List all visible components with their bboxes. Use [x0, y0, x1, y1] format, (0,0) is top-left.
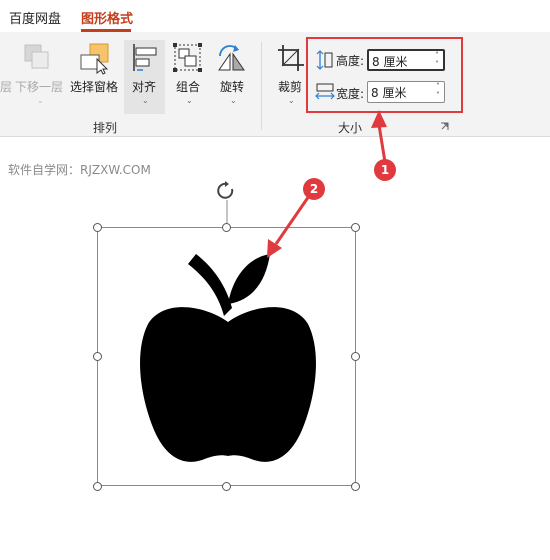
annotation-badge-1: 1: [374, 159, 396, 181]
annotation-badge-2: 2: [303, 178, 325, 200]
annotation-arrows: [267, 110, 387, 258]
